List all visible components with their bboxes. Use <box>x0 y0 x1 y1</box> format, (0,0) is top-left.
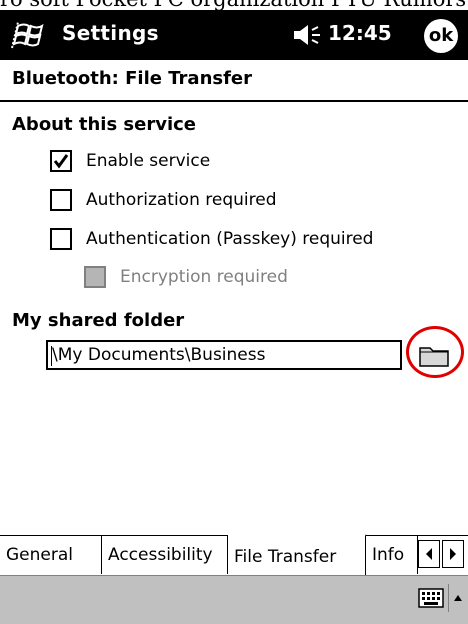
tab-scroll-left-button[interactable] <box>418 540 440 568</box>
title-bar: Settings 12:45 ok <box>0 10 468 60</box>
checkbox-label: Authentication (Passkey) required <box>86 229 374 249</box>
keyboard-icon[interactable] <box>418 588 444 608</box>
checkmark-icon <box>53 154 69 169</box>
tab-bar: General Accessibility File Transfer Info <box>0 534 468 576</box>
chevron-right-icon <box>450 548 456 560</box>
tab-scroll-controls <box>418 540 466 570</box>
shared-folder-title: My shared folder <box>12 310 185 331</box>
tab-file-transfer[interactable]: File Transfer <box>228 534 366 576</box>
windows-flag-icon[interactable] <box>10 20 50 50</box>
highlight-circle <box>406 326 464 378</box>
checkbox-label: Enable service <box>86 151 211 171</box>
checkbox-box[interactable] <box>50 228 72 250</box>
checkbox-label: Authorization required <box>86 190 277 210</box>
shared-folder-value: \My Documents\Business <box>52 345 266 365</box>
up-arrow-icon <box>454 595 462 601</box>
tab-accessibility[interactable]: Accessibility <box>102 536 228 574</box>
clock[interactable]: 12:45 <box>328 21 392 45</box>
ok-button[interactable]: ok <box>424 19 458 53</box>
checkbox-label: Encryption required <box>120 267 288 287</box>
checkbox-box[interactable] <box>50 150 72 172</box>
input-panel-toggle[interactable] <box>448 584 467 612</box>
encryption-checkbox: Encryption required <box>84 266 288 288</box>
cropped-caption-text: ro soft Pocket PC organization PTU Rumor… <box>0 0 468 10</box>
checkbox-box[interactable] <box>50 189 72 211</box>
menu-bar <box>0 575 468 624</box>
enable-service-checkbox[interactable]: Enable service <box>50 150 210 172</box>
authorization-checkbox[interactable]: Authorization required <box>50 189 277 211</box>
about-section-title: About this service <box>12 114 197 135</box>
tab-info[interactable]: Info <box>366 536 418 574</box>
page-title: Bluetooth: File Transfer <box>12 68 253 89</box>
chevron-left-icon <box>426 548 432 560</box>
tab-general[interactable]: General <box>0 536 102 574</box>
tab-scroll-right-button[interactable] <box>442 540 464 568</box>
authentication-checkbox[interactable]: Authentication (Passkey) required <box>50 228 373 250</box>
page-header: Bluetooth: File Transfer <box>0 60 468 102</box>
checkbox-box <box>84 266 106 288</box>
shared-folder-input[interactable]: \My Documents\Business <box>46 340 402 370</box>
app-title: Settings <box>62 21 159 45</box>
speaker-icon[interactable] <box>292 22 324 48</box>
